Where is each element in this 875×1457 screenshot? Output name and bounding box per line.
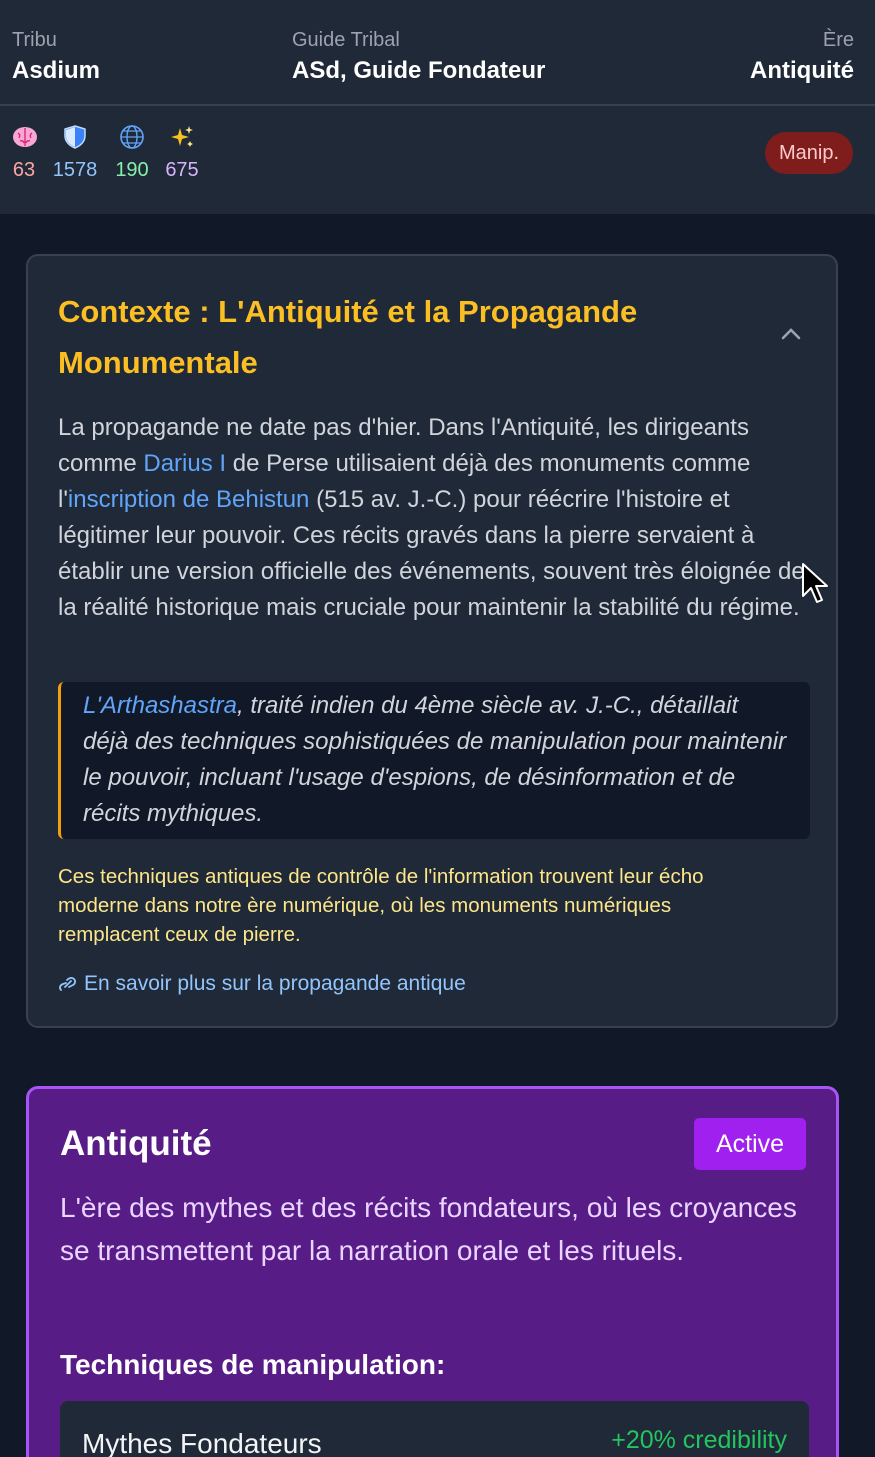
guide-block: Guide Tribal ASd, Guide Fondateur [292, 28, 545, 86]
era-card[interactable]: Antiquité Active L'ère des mythes et des… [26, 1086, 839, 1457]
techniques-heading: Techniques de manipulation: [60, 1349, 446, 1380]
stat-sparkles: 675 [164, 124, 200, 182]
tribe-name: Asdium [12, 57, 101, 84]
guide-name: ASd, Guide Fondateur [292, 57, 546, 84]
stat-globe-value: 190 [115, 159, 149, 181]
arthashastra-link[interactable]: L'Arthashastra [83, 692, 237, 719]
stat-shield: 1578 [51, 124, 99, 182]
chevron-up-icon[interactable] [780, 326, 802, 342]
era-card-title: Antiquité [60, 1124, 212, 1163]
shield-icon [64, 125, 86, 149]
era-description: L'ère des mythes et des récits fondateur… [60, 1192, 797, 1266]
era-label: Ère [822, 29, 854, 51]
tribe-label: Tribu [12, 29, 57, 51]
stats-bar: 63 1578 190 675 Manip. [0, 106, 875, 214]
top-header: Tribu Asdium Guide Tribal ASd, Guide Fon… [0, 0, 875, 106]
context-card: Contexte : L'Antiquité et la Propagande … [26, 254, 838, 1028]
globe-icon [120, 125, 144, 149]
darius-link[interactable]: Darius I [143, 450, 226, 477]
context-title: Contexte : L'Antiquité et la Propagande … [58, 294, 638, 380]
technique-effect: +20% credibility [611, 1426, 787, 1454]
modern-echo-note: Ces techniques antiques de contrôle de l… [58, 865, 704, 946]
arthashastra-quote: L'Arthashastra, traité indien du 4ème si… [58, 682, 810, 839]
technique-name: Mythes Fondateurs [82, 1428, 322, 1457]
learn-more-label: En savoir plus sur la propagande antique [84, 972, 466, 995]
link-icon [59, 977, 76, 991]
tribe-block: Tribu Asdium [12, 28, 100, 86]
era-block: Ère Antiquité [750, 28, 854, 86]
behistun-link[interactable]: inscription de Behistun [68, 486, 309, 513]
sparkles-icon [171, 126, 193, 147]
stat-globe: 190 [114, 124, 150, 182]
stat-brain: 63 [12, 124, 37, 182]
stat-brain-value: 63 [12, 159, 36, 181]
stat-shield-value: 1578 [52, 159, 98, 181]
guide-label: Guide Tribal [292, 29, 400, 51]
technique-item[interactable]: Mythes Fondateurs +20% credibility [60, 1401, 809, 1457]
context-paragraph: La propagande ne date pas d'hier. Dans l… [58, 410, 818, 626]
learn-more-link[interactable]: En savoir plus sur la propagande antique [58, 970, 466, 998]
active-status-badge: Active [694, 1118, 806, 1170]
era-name: Antiquité [750, 57, 854, 84]
stat-sparkles-value: 675 [165, 159, 199, 181]
brain-icon [13, 127, 37, 147]
manip-badge[interactable]: Manip. [764, 132, 853, 174]
